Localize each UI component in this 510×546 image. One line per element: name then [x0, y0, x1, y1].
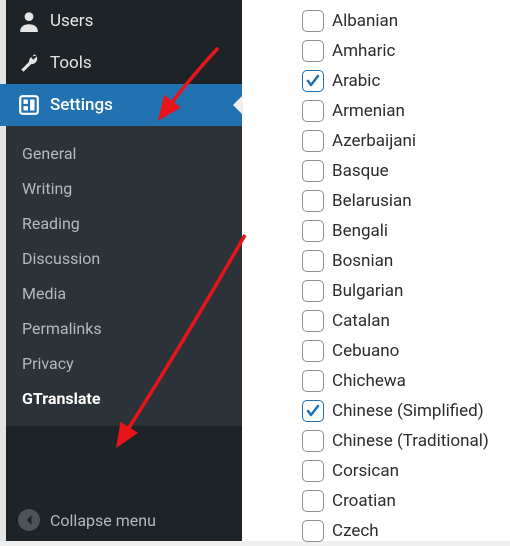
language-row: Belarusian	[302, 186, 510, 216]
sidebar-item-label: Tools	[50, 53, 92, 73]
language-row: Bulgarian	[302, 276, 510, 306]
language-checkbox[interactable]	[302, 70, 324, 92]
language-checkbox[interactable]	[302, 490, 324, 512]
language-row: Corsican	[302, 456, 510, 486]
language-row: Chichewa	[302, 366, 510, 396]
language-checkbox[interactable]	[302, 40, 324, 62]
language-row: Bosnian	[302, 246, 510, 276]
sidebar-item-settings[interactable]: Settings	[0, 84, 242, 126]
sidebar-item-label: Settings	[50, 95, 113, 115]
language-row: Armenian	[302, 96, 510, 126]
language-checkbox[interactable]	[302, 100, 324, 122]
language-checkbox[interactable]	[302, 370, 324, 392]
language-label: Armenian	[332, 101, 405, 121]
language-checkbox[interactable]	[302, 340, 324, 362]
submenu-item-reading[interactable]: Reading	[0, 206, 242, 241]
language-row: Basque	[302, 156, 510, 186]
language-checkbox[interactable]	[302, 310, 324, 332]
language-label: Bosnian	[332, 251, 393, 271]
language-row: Chinese (Simplified)	[302, 396, 510, 426]
language-label: Bulgarian	[332, 281, 403, 301]
language-row: Bengali	[302, 216, 510, 246]
language-label: Chichewa	[332, 371, 406, 391]
language-label: Catalan	[332, 311, 390, 331]
sidebar-item-label: Users	[50, 11, 93, 31]
language-label: Chinese (Simplified)	[332, 401, 484, 421]
language-checkbox[interactable]	[302, 460, 324, 482]
language-label: Azerbaijani	[332, 131, 416, 151]
language-row: Czech	[302, 516, 510, 546]
tools-icon	[18, 52, 40, 74]
settings-icon	[18, 94, 40, 116]
language-label: Chinese (Traditional)	[332, 431, 489, 451]
language-row: Chinese (Traditional)	[302, 426, 510, 456]
submenu-item-permalinks[interactable]: Permalinks	[0, 311, 242, 346]
language-checkbox[interactable]	[302, 400, 324, 422]
submenu-item-discussion[interactable]: Discussion	[0, 241, 242, 276]
language-checkbox[interactable]	[302, 430, 324, 452]
admin-sidebar: Users Tools Settings General Writing Rea…	[0, 0, 242, 541]
collapse-label: Collapse menu	[50, 511, 156, 530]
language-label: Croatian	[332, 491, 396, 511]
language-checkbox[interactable]	[302, 190, 324, 212]
language-label: Albanian	[332, 11, 398, 31]
language-label: Belarusian	[332, 191, 412, 211]
sidebar-item-users[interactable]: Users	[0, 0, 242, 42]
language-row: Albanian	[302, 6, 510, 36]
language-label: Cebuano	[332, 341, 399, 361]
language-checkbox[interactable]	[302, 280, 324, 302]
language-row: Catalan	[302, 306, 510, 336]
language-row: Cebuano	[302, 336, 510, 366]
language-checkbox[interactable]	[302, 10, 324, 32]
language-label: Czech	[332, 521, 379, 541]
sidebar-item-tools[interactable]: Tools	[0, 42, 242, 84]
language-label: Bengali	[332, 221, 388, 241]
submenu-item-media[interactable]: Media	[0, 276, 242, 311]
language-row: Croatian	[302, 486, 510, 516]
submenu-item-privacy[interactable]: Privacy	[0, 346, 242, 381]
language-label: Amharic	[332, 41, 395, 61]
users-icon	[18, 10, 40, 32]
language-row: Azerbaijani	[302, 126, 510, 156]
language-list: Albanian Amharic Arabic Armenian Azerbaijani…	[242, 0, 510, 541]
settings-submenu: General Writing Reading Discussion Media…	[0, 126, 242, 426]
language-label: Basque	[332, 161, 389, 181]
language-label: Arabic	[332, 71, 380, 91]
submenu-item-writing[interactable]: Writing	[0, 171, 242, 206]
submenu-item-general[interactable]: General	[0, 136, 242, 171]
language-row: Arabic	[302, 66, 510, 96]
language-row: Amharic	[302, 36, 510, 66]
language-checkbox[interactable]	[302, 160, 324, 182]
submenu-item-gtranslate[interactable]: GTranslate	[0, 381, 242, 416]
language-checkbox[interactable]	[302, 250, 324, 272]
language-checkbox[interactable]	[302, 220, 324, 242]
collapse-menu-button[interactable]: Collapse menu	[0, 499, 242, 541]
language-checkbox[interactable]	[302, 520, 324, 542]
language-label: Corsican	[332, 461, 399, 481]
collapse-icon	[18, 509, 40, 531]
language-checkbox[interactable]	[302, 130, 324, 152]
